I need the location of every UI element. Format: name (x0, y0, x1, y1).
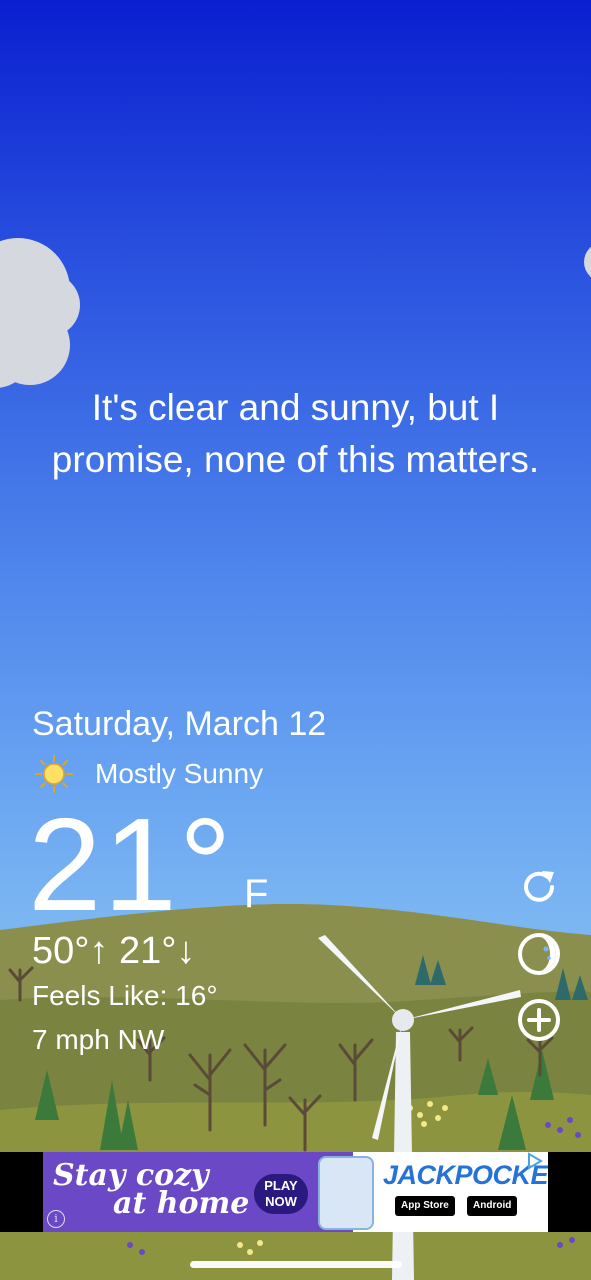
ad-banner[interactable]: Stay cozy at home PLAY NOW JACKPOCKET Ap… (43, 1152, 548, 1232)
ad-choices-icon[interactable] (526, 1152, 544, 1170)
refresh-button[interactable] (516, 864, 562, 910)
ad-headline-line2: at home (113, 1186, 250, 1221)
feels-like: Feels Like: 16° (32, 980, 218, 1011)
theme-toggle-icon (518, 933, 560, 975)
condition-row: Mostly Sunny (34, 754, 263, 794)
app-store-badge[interactable]: App Store (395, 1196, 455, 1216)
theme-toggle-button[interactable] (516, 931, 562, 977)
landscape-background (0, 238, 591, 1280)
refresh-icon (524, 871, 554, 902)
cloud-left (0, 238, 80, 388)
sun-icon (35, 755, 73, 793)
android-badge[interactable]: Android (467, 1196, 518, 1216)
cloud-right (584, 246, 591, 278)
ad-play-now-button[interactable]: PLAY NOW (254, 1174, 308, 1214)
home-indicator[interactable] (190, 1261, 402, 1268)
temperature-unit: F (244, 872, 269, 916)
condition-label: Mostly Sunny (95, 758, 264, 789)
wind-speed: 7 mph NW (32, 1024, 165, 1055)
ad-phone-image (318, 1156, 374, 1230)
date-label: Saturday, March 12 (32, 705, 327, 743)
add-location-icon (518, 999, 560, 1041)
current-temperature: 21° (28, 791, 234, 938)
high-low-temperatures: 50°↑ 21°↓ (32, 930, 196, 972)
info-icon[interactable]: i (47, 1210, 65, 1228)
add-location-button[interactable] (516, 997, 562, 1043)
weather-message: It's clear and sunny, but I promise, non… (51, 387, 540, 480)
ad-brand: JACKPOCKET (383, 1160, 548, 1190)
